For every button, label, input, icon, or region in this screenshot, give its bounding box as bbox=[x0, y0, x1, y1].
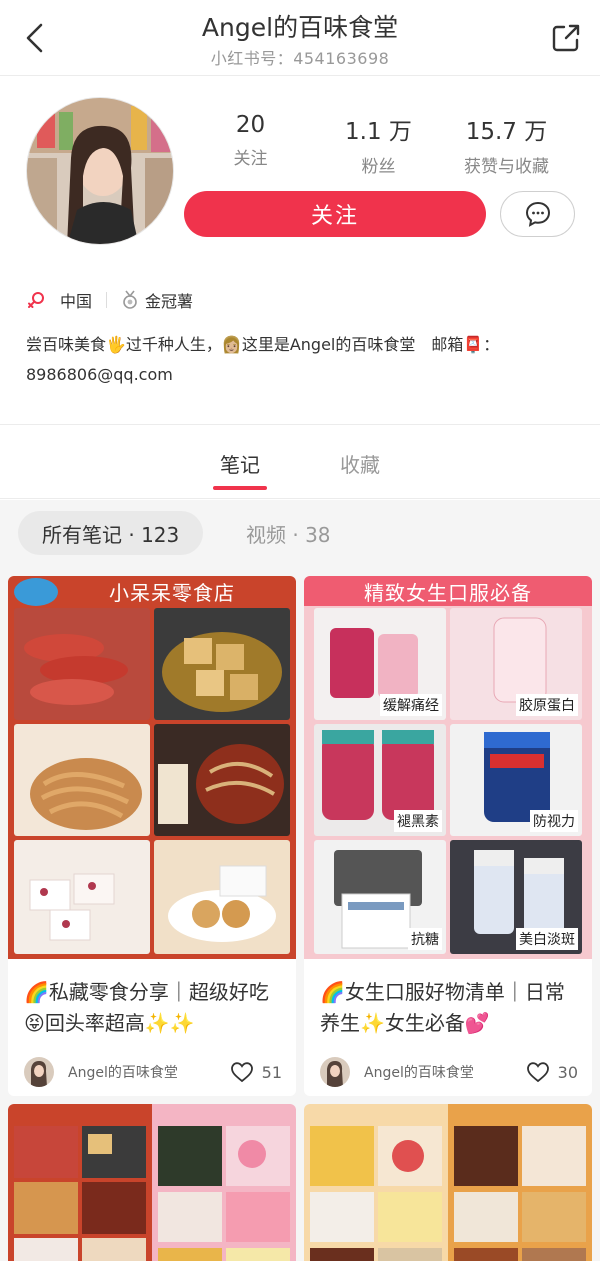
heart-icon bbox=[230, 1062, 253, 1083]
note-card[interactable]: 精致女生口服必备 缓解痛经 胶原蛋白 褪黑素 防视力 抗糖 美白淡斑 🌈女生口服… bbox=[304, 576, 592, 1096]
likes-collects-label: 获赞与收藏 bbox=[464, 157, 549, 177]
tab-notes[interactable]: 笔记 bbox=[220, 449, 260, 478]
crackers-photo bbox=[154, 608, 290, 720]
like-count: 51 bbox=[261, 1062, 282, 1082]
badge-text[interactable]: 金冠薯 bbox=[145, 288, 193, 312]
cover-banner: 精致女生口服必备 bbox=[304, 576, 592, 606]
product-photo: 缓解痛经 bbox=[314, 608, 446, 720]
stat-followers[interactable]: 1.1 万 粉丝 bbox=[312, 112, 445, 177]
note-cover-image bbox=[8, 1104, 152, 1261]
gender-female-icon bbox=[28, 292, 44, 308]
likes-collects-count: 15.7 万 bbox=[465, 119, 548, 145]
following-count: 20 bbox=[235, 112, 266, 138]
bio: 尝百味美食🖐过千种人生，👩🏼这里是Angel的百味食堂 邮箱📮： 8986806… bbox=[26, 330, 576, 390]
note-card[interactable] bbox=[304, 1104, 592, 1261]
author-name[interactable]: Angel的百味食堂 bbox=[364, 1062, 526, 1082]
note-card[interactable] bbox=[8, 1104, 296, 1261]
message-button[interactable] bbox=[500, 191, 575, 237]
product-label: 缓解痛经 bbox=[380, 694, 442, 716]
profile-meta: 中国 金冠薯 bbox=[26, 287, 193, 313]
note-footer: Angel的百味食堂 51 bbox=[24, 1056, 282, 1088]
followers-count: 1.1 万 bbox=[345, 119, 412, 145]
avatar[interactable] bbox=[26, 97, 174, 245]
bio-line-1: 尝百味美食🖐过千种人生，👩🏼这里是Angel的百味食堂 邮箱📮： bbox=[26, 335, 500, 354]
heart-icon bbox=[526, 1062, 549, 1083]
sausage-photo bbox=[14, 608, 150, 720]
location-text: 中国 bbox=[60, 292, 93, 311]
product-label: 胶原蛋白 bbox=[516, 694, 578, 716]
stat-likes-collects[interactable]: 15.7 万 获赞与收藏 bbox=[440, 112, 573, 177]
meta-divider bbox=[106, 292, 108, 308]
active-tab-indicator bbox=[213, 486, 267, 490]
product-label: 防视力 bbox=[530, 810, 578, 832]
product-photo: 防视力 bbox=[450, 724, 582, 836]
note-card[interactable]: 小呆呆零食店 🌈私藏零食分享｜超级好吃😝回头率超高✨✨ Angel的百味食堂 5… bbox=[8, 576, 296, 1096]
top-bar: Angel的百味食堂 小红书号：454163698 bbox=[0, 0, 600, 76]
note-cover-image: 精致女生口服必备 缓解痛经 胶原蛋白 褪黑素 防视力 抗糖 美白淡斑 bbox=[304, 576, 592, 959]
like-button[interactable]: 30 bbox=[526, 1061, 578, 1083]
like-count: 30 bbox=[557, 1062, 578, 1082]
bio-line-2: 8986806@qq.com bbox=[26, 365, 173, 384]
content-tabs: 笔记 收藏 bbox=[0, 425, 600, 499]
noodles-photo bbox=[14, 724, 150, 836]
author-avatar[interactable] bbox=[320, 1057, 350, 1087]
like-button[interactable]: 51 bbox=[230, 1061, 282, 1083]
product-photo: 美白淡斑 bbox=[450, 840, 582, 954]
following-label: 关注 bbox=[233, 149, 268, 169]
product-photo: 胶原蛋白 bbox=[450, 608, 582, 720]
cookies-photo bbox=[154, 840, 290, 954]
filter-videos[interactable]: 视频 · 38 bbox=[246, 511, 331, 555]
product-label: 美白淡斑 bbox=[516, 928, 578, 950]
note-cover-image bbox=[304, 1104, 448, 1261]
spicy-noodle-photo bbox=[154, 724, 290, 836]
product-label: 褪黑素 bbox=[394, 810, 442, 832]
product-photo: 抗糖 bbox=[314, 840, 446, 954]
tab-collections[interactable]: 收藏 bbox=[340, 449, 380, 478]
medal-icon bbox=[123, 290, 137, 309]
product-label: 抗糖 bbox=[408, 928, 442, 950]
note-title: 🌈私藏零食分享｜超级好吃😝回头率超高✨✨ bbox=[24, 980, 269, 1035]
profile-stats: 20 关注 1.1 万 粉丝 15.7 万 获赞与收藏 bbox=[184, 112, 584, 177]
filter-row: 所有笔记 · 123 视频 · 38 bbox=[0, 500, 600, 568]
note-footer: Angel的百味食堂 30 bbox=[320, 1056, 578, 1088]
note-cover-image bbox=[152, 1104, 296, 1261]
note-cover-image bbox=[448, 1104, 592, 1261]
author-avatar[interactable] bbox=[24, 1057, 54, 1087]
follow-button[interactable]: 关注 bbox=[184, 191, 486, 237]
share-button[interactable] bbox=[546, 18, 586, 58]
filter-all-notes[interactable]: 所有笔记 · 123 bbox=[18, 511, 204, 555]
shop-logo-icon bbox=[14, 578, 58, 606]
page-title: Angel的百味食堂 bbox=[201, 13, 399, 42]
chat-bubble-icon bbox=[525, 201, 550, 227]
followers-label: 粉丝 bbox=[361, 157, 396, 177]
author-name[interactable]: Angel的百味食堂 bbox=[68, 1062, 230, 1082]
product-photo: 褪黑素 bbox=[314, 724, 446, 836]
stat-following[interactable]: 20 关注 bbox=[184, 112, 317, 169]
note-title: 🌈女生口服好物清单｜日常养生✨女生必备💕 bbox=[320, 980, 565, 1035]
notes-feed: 小呆呆零食店 🌈私藏零食分享｜超级好吃😝回头率超高✨✨ Angel的百味食堂 5… bbox=[0, 568, 600, 1261]
user-id: 小红书号：454163698 bbox=[210, 49, 390, 68]
nougat-photo bbox=[14, 840, 150, 954]
note-cover-image: 小呆呆零食店 bbox=[8, 576, 296, 959]
share-icon bbox=[552, 24, 580, 52]
